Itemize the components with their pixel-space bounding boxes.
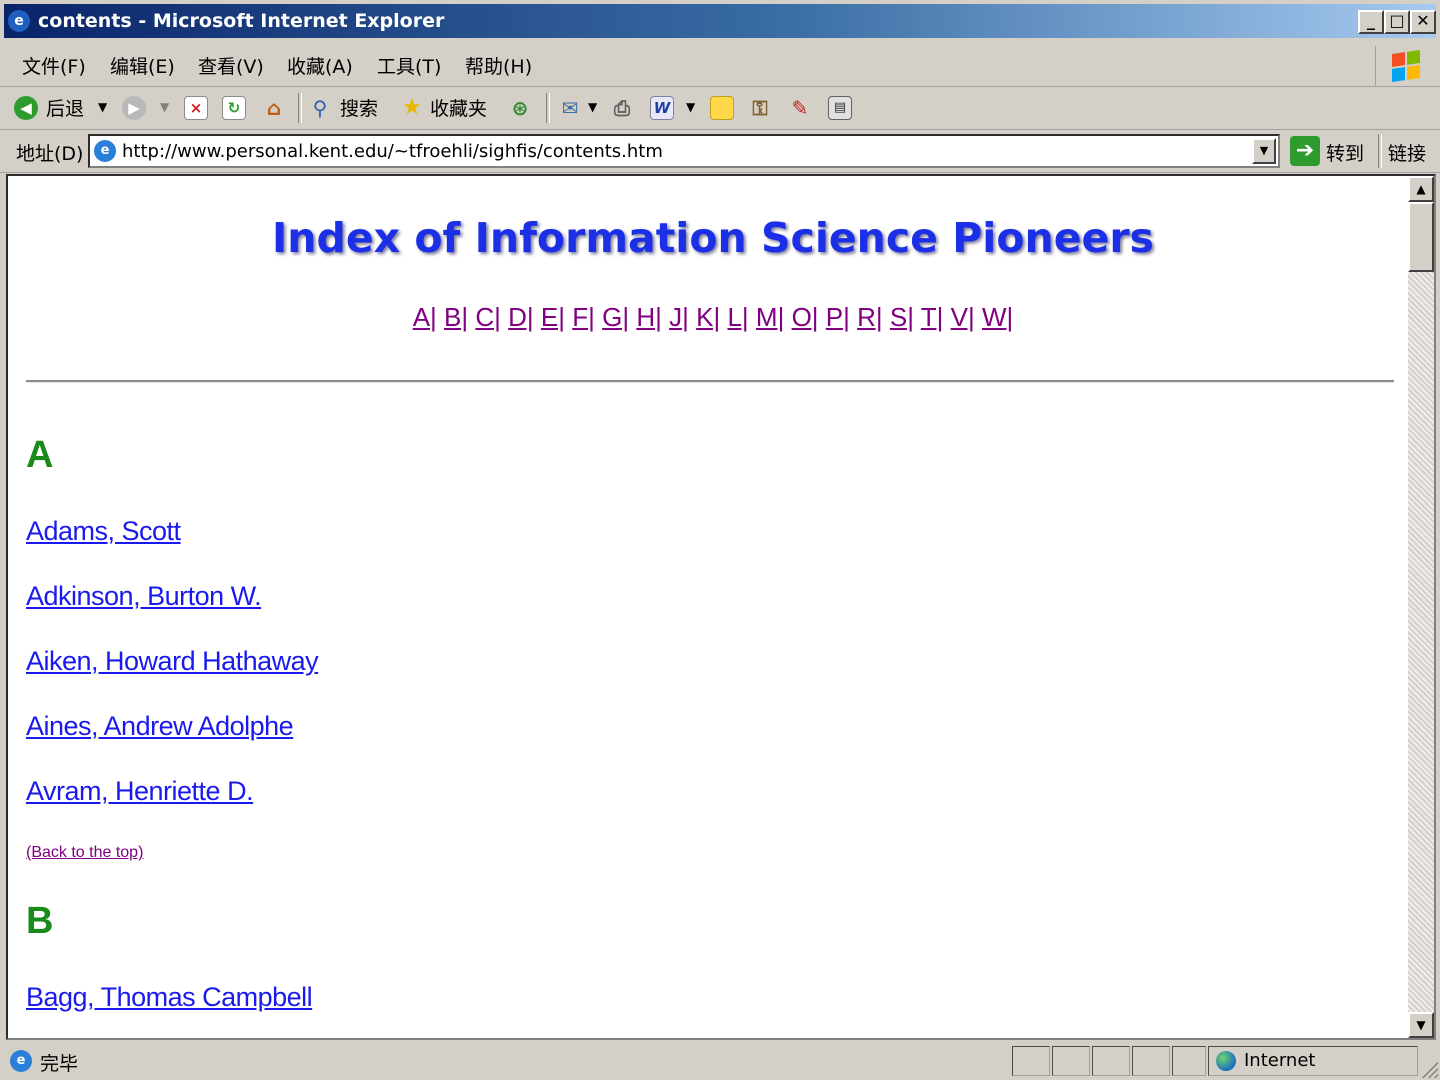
mail-icon[interactable]: ✉: [558, 96, 582, 120]
alphabet-index: A| B| C| D| E| F| G| H| J| K| L| M| O| P…: [8, 302, 1418, 333]
status-pane: [1092, 1046, 1130, 1076]
alpha-link-p[interactable]: P|: [826, 302, 850, 332]
page-viewport: Index of Information Science Pioneers A|…: [6, 174, 1436, 1040]
edit-dropdown-icon[interactable]: ▼: [686, 100, 695, 114]
alpha-link-o[interactable]: O|: [792, 302, 819, 332]
go-arrow-icon[interactable]: ➔: [1290, 136, 1320, 166]
alpha-link-h[interactable]: H|: [636, 302, 662, 332]
links-button[interactable]: 链接: [1388, 139, 1426, 166]
alpha-link-t[interactable]: T|: [921, 302, 944, 332]
print-icon[interactable]: ⎙: [610, 96, 634, 120]
search-button-label[interactable]: 搜索: [340, 94, 378, 121]
alpha-link-w[interactable]: W|: [982, 302, 1013, 332]
alpha-link-v[interactable]: V|: [951, 302, 975, 332]
alpha-link-d[interactable]: D|: [508, 302, 534, 332]
alpha-link-g[interactable]: G|: [602, 302, 629, 332]
menu-favorites[interactable]: 收藏(A): [287, 52, 353, 79]
ie-app-icon[interactable]: e: [8, 10, 30, 32]
page-icon: e: [94, 140, 116, 162]
alpha-link-m[interactable]: M|: [756, 302, 784, 332]
title-bar: e contents - Microsoft Internet Explorer…: [0, 0, 1440, 44]
window-title: contents - Microsoft Internet Explorer: [38, 10, 445, 32]
alpha-link-r[interactable]: R|: [857, 302, 883, 332]
name-link[interactable]: Adams, Scott: [26, 516, 181, 547]
history-icon[interactable]: ⊛: [508, 96, 532, 120]
back-dropdown-icon[interactable]: ▼: [98, 100, 107, 114]
home-icon[interactable]: ⌂: [262, 96, 286, 120]
toolbar-separator: [298, 93, 302, 123]
menu-help[interactable]: 帮助(H): [465, 52, 532, 79]
menu-edit[interactable]: 编辑(E): [110, 52, 175, 79]
maximize-button[interactable]: □: [1384, 10, 1410, 34]
address-label: 地址(D): [16, 143, 84, 165]
status-text: 完毕: [40, 1053, 79, 1075]
toolbar-separator: [546, 93, 550, 123]
back-arrow-icon[interactable]: ◀: [14, 96, 38, 120]
security-zone-label: Internet: [1244, 1050, 1316, 1071]
discuss-icon[interactable]: [710, 96, 734, 120]
status-bar: e 完毕 Internet: [0, 1042, 1440, 1080]
status-pane: [1012, 1046, 1050, 1076]
page-status-icon: e: [10, 1050, 32, 1072]
address-url[interactable]: http://www.personal.kent.edu/~tfroehli/s…: [122, 141, 663, 162]
media-icon[interactable]: ▤: [828, 96, 852, 120]
search-icon[interactable]: ⚲: [308, 96, 332, 120]
section-heading-b: B: [26, 900, 54, 942]
close-button[interactable]: ✕: [1410, 10, 1436, 34]
page-title: Index of Information Science Pioneers: [272, 214, 1154, 262]
menu-view[interactable]: 查看(V): [198, 52, 264, 79]
back-button-label[interactable]: 后退: [46, 94, 84, 121]
alpha-link-k[interactable]: K|: [696, 302, 720, 332]
alpha-link-e[interactable]: E|: [541, 302, 565, 332]
internet-globe-icon: [1216, 1051, 1236, 1071]
edit-word-icon[interactable]: W: [650, 96, 674, 120]
name-link[interactable]: Aiken, Howard Hathaway: [26, 646, 319, 677]
forward-dropdown-icon[interactable]: ▼: [160, 100, 169, 114]
alpha-link-b[interactable]: B|: [444, 302, 468, 332]
alpha-link-a[interactable]: A|: [413, 302, 437, 332]
favorites-button-label[interactable]: 收藏夹: [430, 94, 487, 121]
address-dropdown-icon[interactable]: ▼: [1252, 138, 1276, 164]
scroll-down-arrow-icon[interactable]: ▼: [1408, 1012, 1434, 1038]
vertical-scrollbar[interactable]: ▲ ▼: [1408, 176, 1434, 1038]
menu-tools[interactable]: 工具(T): [377, 52, 441, 79]
address-input[interactable]: e http://www.personal.kent.edu/~tfroehli…: [88, 134, 1280, 168]
address-bar: 地址(D) e http://www.personal.kent.edu/~tf…: [0, 130, 1440, 173]
mail-dropdown-icon[interactable]: ▼: [588, 100, 597, 114]
windows-logo: [1375, 46, 1436, 86]
stop-icon[interactable]: ×: [184, 96, 208, 120]
messenger-icon[interactable]: ✎: [788, 96, 812, 120]
alpha-link-l[interactable]: L|: [727, 302, 748, 332]
name-link[interactable]: Aines, Andrew Adolphe: [26, 711, 294, 742]
name-link[interactable]: Adkinson, Burton W.: [26, 581, 262, 612]
name-link[interactable]: Bagg, Thomas Campbell: [26, 982, 313, 1013]
go-button[interactable]: 转到: [1326, 139, 1364, 166]
alpha-link-s[interactable]: S|: [890, 302, 914, 332]
status-pane: [1052, 1046, 1090, 1076]
refresh-icon[interactable]: ↻: [222, 96, 246, 120]
toolbar: ◀ 后退 ▼ ▶ ▼ × ↻ ⌂ ⚲ 搜索 ★ 收藏夹 ⊛ ✉ ▼ ⎙ W ▼ …: [0, 87, 1440, 130]
back-to-top-link[interactable]: (Back to the top): [26, 844, 143, 862]
horizontal-rule: [26, 380, 1394, 383]
alpha-link-c[interactable]: C|: [475, 302, 501, 332]
menu-bar: 文件(F) 编辑(E) 查看(V) 收藏(A) 工具(T) 帮助(H): [0, 44, 1440, 87]
section-heading-a: A: [26, 434, 54, 476]
scroll-thumb[interactable]: [1408, 202, 1434, 272]
windows-flag-icon: [1392, 50, 1420, 82]
research-icon[interactable]: ⚿: [748, 96, 772, 120]
minimize-button[interactable]: _: [1358, 10, 1384, 34]
alpha-link-f[interactable]: F|: [572, 302, 595, 332]
alpha-link-j[interactable]: J|: [669, 302, 689, 332]
favorites-star-icon[interactable]: ★: [400, 96, 424, 120]
forward-arrow-icon[interactable]: ▶: [122, 96, 146, 120]
name-link[interactable]: Avram, Henriette D.: [26, 776, 254, 807]
menu-file[interactable]: 文件(F): [22, 52, 86, 79]
title-bar-inner[interactable]: e contents - Microsoft Internet Explorer…: [4, 4, 1436, 38]
status-pane: [1172, 1046, 1206, 1076]
links-separator: [1378, 134, 1382, 168]
status-pane: [1132, 1046, 1170, 1076]
resize-grip-icon[interactable]: [1418, 1058, 1438, 1078]
scroll-up-arrow-icon[interactable]: ▲: [1408, 176, 1434, 202]
